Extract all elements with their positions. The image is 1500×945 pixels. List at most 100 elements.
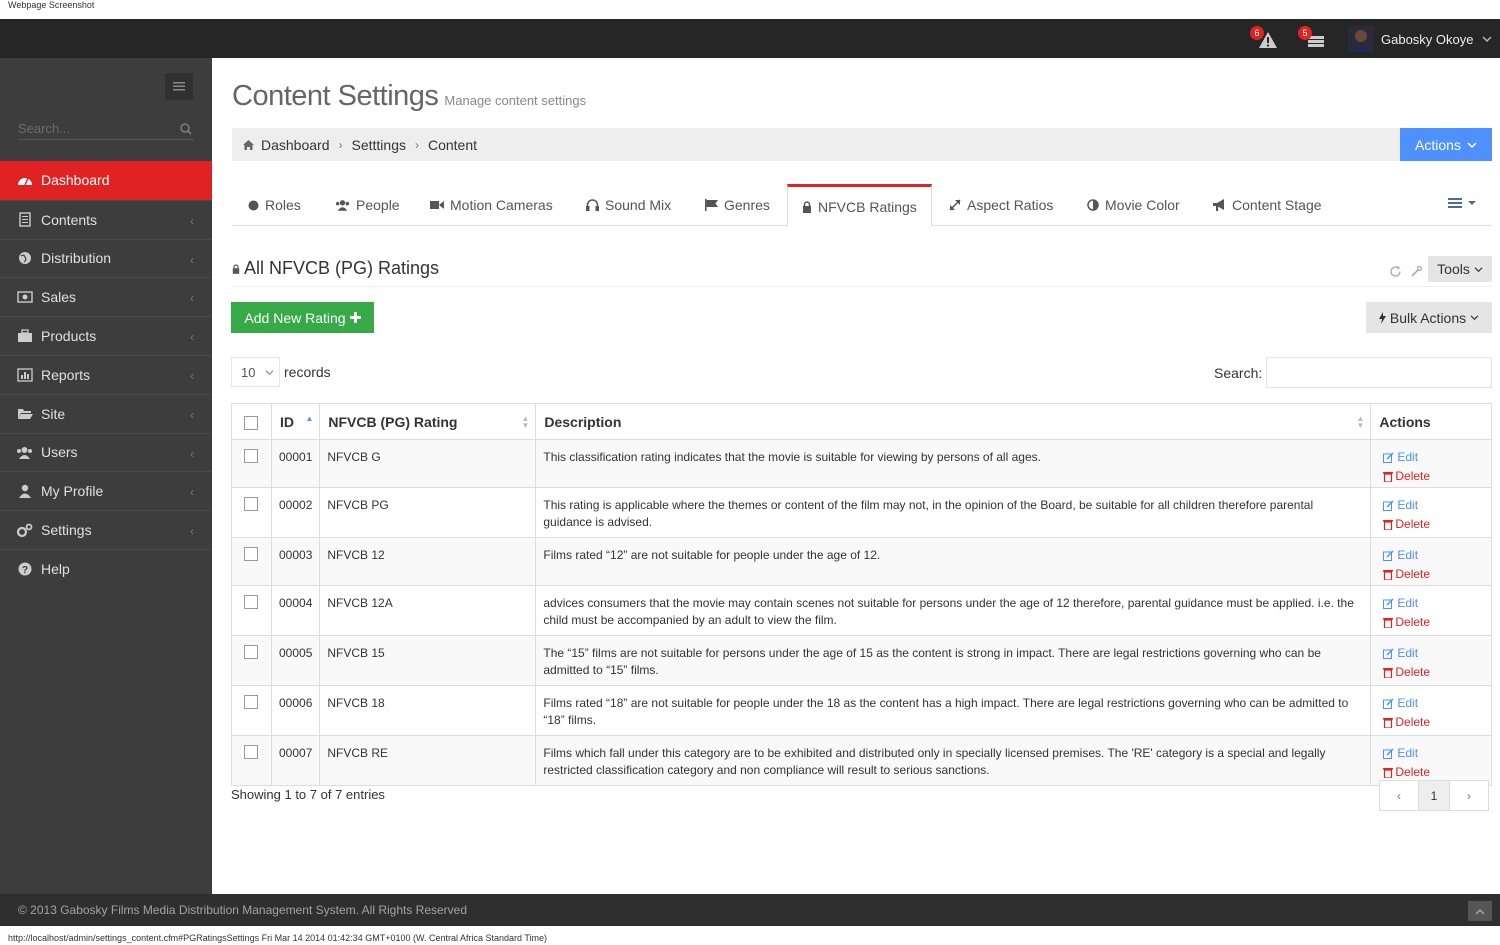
edit-icon [1383, 648, 1394, 659]
trash-icon [1383, 570, 1394, 580]
sidebar-item-label: Help [41, 560, 70, 577]
page-title: Content Settings [232, 80, 439, 112]
sidebar-item-products[interactable]: Products ‹ [0, 316, 212, 355]
edit-link[interactable]: Edit [1383, 695, 1418, 712]
menu-icon [173, 82, 185, 91]
select-all-checkbox[interactable] [244, 416, 258, 430]
flag-icon [705, 199, 718, 211]
edit-link[interactable]: Edit [1383, 497, 1418, 514]
delete-link[interactable]: Delete [1383, 468, 1430, 485]
edit-link[interactable]: Edit [1383, 449, 1418, 466]
sidebar-item-help[interactable]: ? Help [0, 548, 212, 588]
column-header-id[interactable]: ID ▲ [270, 403, 321, 440]
tools-dropdown[interactable]: Tools [1428, 256, 1492, 282]
cell-description: Films which fall under this category are… [535, 735, 1372, 786]
edit-link[interactable]: Edit [1383, 595, 1418, 612]
trash-icon [1383, 718, 1394, 728]
row-checkbox[interactable] [244, 497, 258, 511]
column-header-rating[interactable]: NFVCB (PG) Rating ▲ ▼ [319, 403, 537, 440]
sidebar-item-dashboard[interactable]: Dashboard [0, 161, 220, 200]
delete-link[interactable]: Delete [1383, 764, 1430, 781]
chevron-left-icon: ‹ [190, 330, 194, 345]
sidebar-item-contents[interactable]: Contents ‹ [0, 199, 212, 239]
chevron-down-icon [1470, 315, 1479, 321]
sidebar-item-my-profile[interactable]: My Profile ‹ [0, 471, 212, 510]
table-header-row: ID ▲ NFVCB (PG) Rating ▲ ▼ Description ▲ ▼ Ac… [231, 403, 1492, 440]
edit-link[interactable]: Edit [1383, 745, 1418, 762]
column-header-actions: Actions [1370, 403, 1492, 440]
search-icon[interactable] [180, 123, 192, 135]
table-search-input[interactable] [1266, 357, 1492, 388]
delete-link[interactable]: Delete [1383, 516, 1430, 533]
notification-inbox[interactable]: 5 [1298, 26, 1328, 51]
row-checkbox[interactable] [244, 595, 258, 609]
breadcrumb-dashboard[interactable]: Dashboard [261, 137, 330, 153]
svg-text:?: ? [21, 565, 27, 576]
sidebar-item-sales[interactable]: Sales ‹ [0, 277, 212, 316]
question-icon: ? [18, 562, 31, 576]
next-page-button[interactable]: › [1449, 780, 1489, 811]
chevron-left-icon: ‹ [190, 485, 194, 500]
tab-people[interactable]: People [321, 184, 414, 226]
row-checkbox[interactable] [244, 449, 258, 463]
chevron-left-icon: ‹ [190, 446, 194, 461]
bulk-actions-button[interactable]: Bulk Actions [1366, 302, 1492, 333]
row-checkbox[interactable] [244, 745, 258, 759]
scroll-top-button[interactable] [1468, 901, 1492, 921]
sidebar-item-settings[interactable]: Settings ‹ [0, 510, 212, 549]
cell-rating: NFVCB 18 [319, 685, 537, 736]
group-icon [17, 446, 32, 459]
content-tabs: Roles People Motion Cameras Sound Mix Ge… [232, 184, 1492, 227]
table-row: 00005 NFVCB 15 The “15” films are not su… [231, 635, 1492, 686]
actions-button[interactable]: Actions [1400, 128, 1492, 161]
edit-link[interactable]: Edit [1383, 645, 1418, 662]
tab-genres[interactable]: Genres [691, 184, 784, 226]
delete-link[interactable]: Delete [1383, 614, 1430, 631]
bullhorn-icon [1213, 199, 1224, 211]
cell-id: 00002 [270, 487, 321, 538]
sidebar-item-label: Distribution [41, 250, 112, 267]
notification-warning[interactable]: 6 [1250, 26, 1280, 51]
row-checkbox[interactable] [244, 645, 258, 659]
table-row: 00006 NFVCB 18 Films rated “18” are not … [231, 685, 1492, 736]
sort-asc-icon: ▲ [305, 414, 314, 423]
add-new-rating-button[interactable]: Add New Rating [231, 302, 374, 333]
row-checkbox[interactable] [244, 547, 258, 561]
tab-roles[interactable]: Roles [234, 184, 315, 226]
tab-movie-color[interactable]: Movie Color [1073, 184, 1194, 226]
column-header-description[interactable]: Description ▲ ▼ [535, 403, 1372, 440]
tab-aspect-ratios[interactable]: Aspect Ratios [935, 184, 1067, 226]
breadcrumb-settings[interactable]: Setttings [352, 137, 406, 153]
wrench-icon[interactable] [1410, 265, 1423, 278]
sidebar-item-label: Products [41, 328, 97, 345]
prev-page-button[interactable]: ‹ [1379, 780, 1419, 811]
user-menu[interactable]: Gabosky Okoye [1348, 25, 1492, 53]
delete-link[interactable]: Delete [1383, 714, 1430, 731]
cell-description: advices consumers that the movie may con… [535, 585, 1372, 636]
row-checkbox[interactable] [244, 695, 258, 709]
reload-icon[interactable] [1389, 265, 1402, 278]
tab-nfvcb-ratings[interactable]: NFVCB Ratings [787, 184, 932, 227]
sidebar-item-site[interactable]: Site ‹ [0, 393, 212, 433]
page-length-select[interactable]: 10 [231, 357, 280, 387]
tab-motion-cameras[interactable]: Motion Cameras [416, 184, 567, 226]
tabs-more-menu[interactable] [1448, 197, 1476, 209]
sidebar-item-reports[interactable]: Reports ‹ [0, 354, 212, 394]
sidebar-item-distribution[interactable]: Distribution ‹ [0, 238, 212, 278]
page-1-button[interactable]: 1 [1418, 780, 1450, 811]
tab-content-stage[interactable]: Content Stage [1198, 184, 1336, 226]
edit-link[interactable]: Edit [1383, 547, 1418, 564]
sidebar-item-users[interactable]: Users ‹ [0, 432, 212, 472]
tab-label: Genres [724, 197, 770, 213]
tab-sound-mix[interactable]: Sound Mix [572, 184, 685, 226]
sidebar-toggler[interactable] [165, 73, 193, 100]
sidebar-search-input[interactable]: Search... [18, 118, 194, 140]
breadcrumb: Dashboard › Setttings › Content Actions [232, 128, 1492, 161]
bolt-icon [1378, 311, 1386, 324]
delete-link[interactable]: Delete [1383, 664, 1430, 681]
tab-label: Roles [265, 197, 301, 213]
ratings-table: ID ▲ NFVCB (PG) Rating ▲ ▼ Description ▲ ▼ Ac… [231, 403, 1492, 786]
cell-id: 00004 [270, 585, 321, 636]
circle-icon [248, 200, 259, 210]
delete-link[interactable]: Delete [1383, 566, 1430, 583]
